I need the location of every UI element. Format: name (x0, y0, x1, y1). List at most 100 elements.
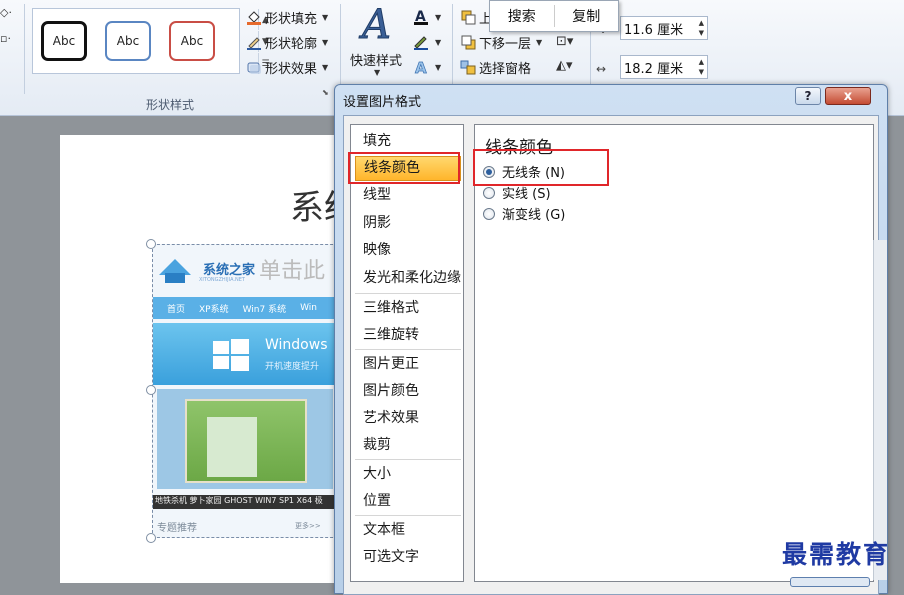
ribbon-divider (340, 4, 341, 94)
site-caption: 地铁杀机 萝卜家园 GHOST WIN7 SP1 X64 极 (153, 495, 337, 509)
selection-pane-button[interactable]: 选择窗格 (460, 56, 531, 78)
site-footer-more: 更多>> (295, 522, 321, 530)
context-menu-search[interactable]: 搜索 (490, 6, 554, 26)
move-down-label: 下移一层 (479, 36, 532, 52)
nav-item-crop[interactable]: 裁剪 (355, 433, 461, 458)
close-dialog-button[interactable] (790, 577, 870, 587)
ribbon-divider (24, 4, 25, 94)
nav-item-3d-format[interactable]: 三维格式 (355, 296, 461, 321)
shape-effects-button[interactable]: 形状效果 ▼ (246, 56, 328, 78)
placeholder-overlay-text: 单击此 (259, 259, 326, 284)
dialog-launcher-icon[interactable]: ⬊ (322, 88, 329, 97)
wordart-icon[interactable]: A (358, 2, 398, 50)
nav-item-fill[interactable]: 填充 (355, 129, 461, 154)
nav-item-artistic-effects[interactable]: 艺术效果 (355, 406, 461, 431)
nav-item-size[interactable]: 大小 (355, 462, 461, 487)
nav-divider (355, 515, 461, 516)
option-gradient-line[interactable]: 渐变线 (G) (483, 204, 565, 223)
resize-handle[interactable] (146, 239, 156, 249)
spinner-arrows-icon[interactable]: ▲ ▼ (699, 18, 704, 38)
layer-icon (461, 35, 476, 50)
chevron-down-icon: ▼ (536, 37, 543, 47)
nav-item-shadow[interactable]: 阴影 (355, 211, 461, 236)
screenshot-thumbnail (185, 399, 307, 483)
dialog-body: 填充 线条颜色 线型 阴影 映像 发光和柔化边缘 三维格式 三维旋转 图片更正 … (343, 115, 879, 595)
site-nav-item: 首页 (167, 304, 186, 315)
bring-forward-button[interactable]: 上 (460, 6, 492, 28)
thumbnail-window (207, 417, 257, 477)
nav-divider (355, 293, 461, 294)
selected-picture[interactable]: 系统之家 XITONGZHIJIA.NET 单击此 首页 XP系统 Win7 系… (152, 244, 338, 538)
chevron-down-icon: ▼ (322, 12, 329, 22)
shape-fill-button[interactable]: 形状填充 ▼ (246, 6, 328, 28)
chevron-down-icon: ▼ (435, 37, 442, 47)
selection-pane-icon (460, 60, 476, 75)
nav-item-alt-text[interactable]: 可选文字 (355, 545, 461, 570)
shape-effects-label: 形状效果 (265, 61, 318, 77)
text-outline-button[interactable]: ▼ (412, 31, 441, 53)
site-logo-text: 系统之家 (203, 263, 256, 278)
banner-subtitle: 开机速度提升 (265, 362, 320, 372)
dialog-title: 设置图片格式 (343, 95, 422, 110)
site-nav-item: XP系统 (199, 304, 229, 315)
ribbon-left-fragment[interactable]: ◇· (0, 6, 12, 19)
nav-item-picture-color[interactable]: 图片颜色 (355, 379, 461, 404)
banner-title: Windows (265, 337, 328, 353)
radio-button[interactable] (483, 207, 495, 220)
context-menu-copy[interactable]: 复制 (555, 6, 619, 26)
width-value: 18.2 厘米 (624, 61, 684, 77)
height-value: 11.6 厘米 (624, 22, 684, 38)
align-icon[interactable]: ⊡▾ (556, 34, 573, 49)
category-list: 填充 线条颜色 线型 阴影 映像 发光和柔化边缘 三维格式 三维旋转 图片更正 … (350, 124, 464, 582)
height-spinner[interactable]: 11.6 厘米 ▲ ▼ (620, 16, 708, 40)
quick-styles-button[interactable]: 快速样式 (350, 50, 402, 69)
ribbon-divider (452, 4, 453, 94)
chevron-down-icon: ▼ (374, 68, 381, 77)
width-spinner[interactable]: 18.2 厘米 ▲ ▼ (620, 55, 708, 79)
nav-item-reflection[interactable]: 映像 (355, 238, 461, 263)
chevron-down-icon: ▼ (322, 62, 329, 72)
nav-item-text-box[interactable]: 文本框 (355, 518, 461, 543)
nav-item-glow-soft-edges[interactable]: 发光和柔化边缘 (355, 266, 461, 291)
rotate-icon[interactable]: ◭▾ (556, 58, 573, 73)
width-icon: ↔ (596, 62, 607, 76)
text-fill-button[interactable]: A ▼ (412, 6, 441, 28)
help-button[interactable]: ? (795, 87, 821, 105)
radio-button[interactable] (483, 186, 495, 199)
spinner-arrows-icon[interactable]: ▲ ▼ (699, 57, 704, 77)
site-nav-bar: 首页 XP系统 Win7 系统 Win (153, 297, 337, 319)
nav-divider (355, 349, 461, 350)
close-button[interactable]: x (825, 87, 871, 105)
shape-style-3[interactable]: Abc (169, 21, 215, 61)
shape-style-2[interactable]: Abc (105, 21, 151, 61)
shape-outline-button[interactable]: 形状轮廓 ▼ (246, 31, 328, 53)
option-label: 渐变线 (G) (502, 208, 566, 223)
resize-handle[interactable] (146, 385, 156, 395)
site-logo-sub: XITONGZHIJIA.NET (199, 277, 245, 283)
scrollbar[interactable] (873, 240, 887, 580)
options-panel: 线条颜色 无线条 (N) 实线 (S) 渐变线 (G) (474, 124, 874, 582)
nav-item-picture-corrections[interactable]: 图片更正 (355, 352, 461, 377)
selection-pane-label: 选择窗格 (479, 61, 532, 77)
site-banner: Windows 开机速度提升 (153, 323, 337, 385)
text-effects-button[interactable]: A ▼ (412, 56, 442, 78)
watermark-text: 最需教育 (782, 540, 891, 569)
move-down-button[interactable]: 下移一层 ▼ (460, 31, 542, 53)
nav-item-position[interactable]: 位置 (355, 489, 461, 514)
windows-logo-icon (213, 339, 249, 375)
nav-item-3d-rotation[interactable]: 三维旋转 (355, 323, 461, 348)
svg-text:A: A (415, 59, 427, 76)
resize-handle[interactable] (146, 533, 156, 543)
paint-bucket-icon (246, 9, 262, 25)
highlight-box-nav (348, 152, 460, 184)
chevron-down-icon: ▼ (322, 37, 329, 47)
pencil-icon (246, 34, 262, 50)
highlight-box-option (473, 149, 609, 186)
nav-divider (355, 459, 461, 460)
svg-text:A: A (358, 4, 391, 46)
nav-item-line-style[interactable]: 线型 (355, 183, 461, 208)
shape-style-1[interactable]: Abc (41, 21, 87, 61)
site-nav-item: Win7 系统 (242, 304, 287, 315)
ribbon-left-fragment-2[interactable]: ▫· (0, 32, 11, 45)
shape-effects-icon (246, 59, 262, 75)
